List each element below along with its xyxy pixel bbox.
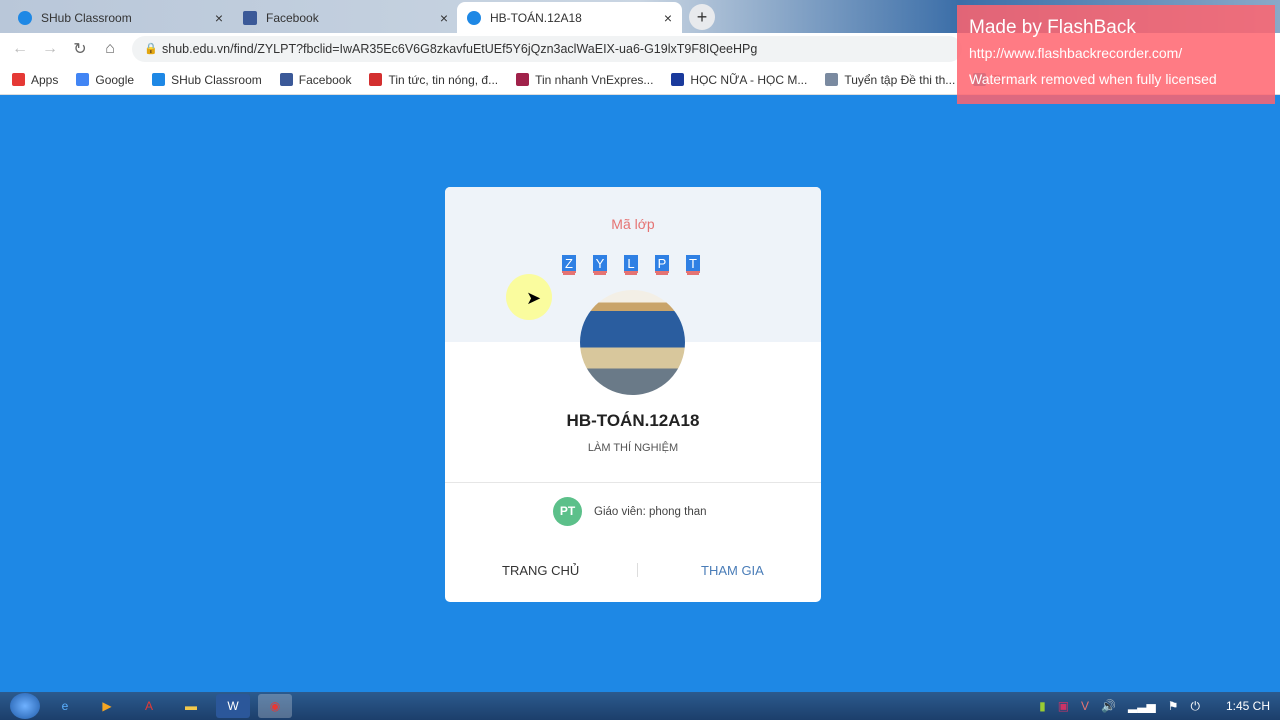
- bookmark-label: Tin tức, tin nóng, đ...: [388, 72, 499, 87]
- taskbar: e ▶ A ▬ W ◉ ▮ ▣ V 🔊 ▂▃▅ ⚑ ⏻ 1:45 CH: [0, 692, 1280, 720]
- home-button[interactable]: TRANG CHỦ: [502, 563, 579, 578]
- bookmark-item[interactable]: Tin tức, tin nóng, đ...: [369, 73, 498, 87]
- close-icon[interactable]: ×: [664, 10, 672, 26]
- bookmark-icon: [671, 73, 685, 86]
- clock[interactable]: 1:45 CH: [1226, 699, 1270, 713]
- bookmark-icon: [825, 73, 839, 86]
- tab-label: Facebook: [266, 10, 319, 25]
- power-icon[interactable]: ⏻: [1190, 699, 1200, 714]
- bookmark-item[interactable]: SHub Classroom: [152, 73, 262, 87]
- code-char: L: [624, 255, 638, 273]
- bookmark-icon: [152, 73, 166, 86]
- back-icon[interactable]: ←: [5, 40, 35, 58]
- home-icon[interactable]: ⌂: [95, 40, 125, 58]
- url-text: shub.edu.vn/find/ZYLPT?fbclid=IwAR35Ec6V…: [162, 42, 758, 56]
- chrome-icon[interactable]: ◉: [258, 694, 292, 718]
- tab-label: SHub Classroom: [41, 10, 132, 25]
- code-char: P: [655, 255, 669, 273]
- code-char: T: [686, 255, 700, 273]
- tab-hb-toan[interactable]: HB-TOÁN.12A18 ×: [457, 2, 682, 33]
- pdf-icon[interactable]: A: [132, 694, 166, 718]
- bookmark-icon: [76, 73, 90, 86]
- bookmark-icon: [516, 73, 530, 86]
- media-player-icon[interactable]: ▶: [90, 694, 124, 718]
- bookmark-icon: [369, 73, 383, 86]
- close-icon[interactable]: ×: [440, 10, 448, 26]
- bookmark-label: Tin nhanh VnExpres...: [535, 72, 654, 87]
- bookmark-item[interactable]: Tuyển tập Đề thi th...: [825, 73, 955, 87]
- tab-shub-classroom[interactable]: SHub Classroom ×: [8, 2, 233, 33]
- divider: [637, 563, 638, 577]
- bookmark-item[interactable]: Apps: [12, 73, 58, 87]
- new-tab-button[interactable]: +: [689, 4, 715, 30]
- code-char: Z: [562, 255, 576, 273]
- bookmark-label: Google: [95, 72, 135, 87]
- bookmark-icon: [279, 73, 293, 86]
- tab-label: HB-TOÁN.12A18: [490, 10, 582, 25]
- flashback-watermark: Made by FlashBack http://www.flashbackre…: [957, 5, 1275, 104]
- divider: [445, 482, 821, 483]
- battery-icon[interactable]: ▮: [1039, 699, 1046, 713]
- word-icon[interactable]: W: [216, 694, 250, 718]
- mouse-cursor-icon: ➤: [526, 288, 542, 308]
- bookmark-label: Tuyển tập Đề thi th...: [844, 72, 956, 87]
- teacher-info: PT Giáo viên: phong than: [553, 497, 707, 526]
- class-image: [580, 290, 685, 395]
- join-button[interactable]: THAM GIA: [701, 563, 764, 578]
- class-name: HB-TOÁN.12A18: [566, 411, 700, 430]
- antivirus-icon[interactable]: V: [1081, 699, 1089, 713]
- forward-icon[interactable]: →: [35, 40, 65, 58]
- class-subtitle: LÀM THÍ NGHIỆM: [587, 442, 679, 454]
- bookmark-icon: [12, 73, 25, 86]
- tab-facebook[interactable]: Facebook ×: [233, 2, 458, 33]
- volume-icon[interactable]: 🔊: [1101, 699, 1116, 713]
- bookmark-item[interactable]: HỌC NỮA - HỌC M...: [671, 73, 807, 87]
- lock-icon: 🔒: [144, 43, 158, 55]
- watermark-note: Watermark removed when fully licensed: [969, 71, 1217, 87]
- bookmark-label: Facebook: [298, 72, 352, 87]
- bookmark-item[interactable]: Google: [76, 73, 134, 87]
- bookmark-label: Apps: [31, 72, 59, 87]
- address-bar[interactable]: 🔒 shub.edu.vn/find/ZYLPT?fbclid=IwAR35Ec…: [132, 36, 962, 62]
- avatar: PT: [553, 497, 582, 526]
- teacher-name: Giáo viên: phong than: [594, 505, 707, 518]
- close-icon[interactable]: ×: [215, 10, 223, 26]
- bookmark-label: SHub Classroom: [171, 72, 262, 87]
- system-tray: ▮ ▣ V 🔊 ▂▃▅ ⚑ ⏻ 1:45 CH: [1039, 692, 1270, 720]
- class-code[interactable]: Z Y L P T: [562, 255, 700, 273]
- bookmark-item[interactable]: Facebook: [279, 72, 352, 87]
- bookmark-label: HỌC NỮA - HỌC M...: [690, 72, 808, 87]
- action-center-icon[interactable]: ⚑: [1168, 699, 1179, 713]
- class-code-label: Mã lớp: [611, 216, 655, 232]
- shub-icon: [18, 10, 32, 25]
- signal-icon[interactable]: ▂▃▅: [1128, 699, 1156, 713]
- watermark-url: http://www.flashbackrecorder.com/: [969, 45, 1183, 61]
- watermark-title: Made by FlashBack: [969, 17, 1136, 38]
- folder-icon[interactable]: ▬: [174, 694, 208, 718]
- app-tray-icon[interactable]: ▣: [1058, 699, 1069, 713]
- class-card: Mã lớp Z Y L P T HB-TOÁN.12A18 LÀM THÍ N…: [445, 187, 821, 602]
- bookmark-item[interactable]: Tin nhanh VnExpres...: [516, 73, 653, 87]
- facebook-icon: [243, 10, 257, 25]
- reload-icon[interactable]: ↻: [65, 39, 95, 59]
- code-char: Y: [593, 255, 607, 273]
- start-button[interactable]: [10, 693, 40, 719]
- shub-icon: [467, 10, 481, 25]
- ie-icon[interactable]: e: [48, 694, 82, 718]
